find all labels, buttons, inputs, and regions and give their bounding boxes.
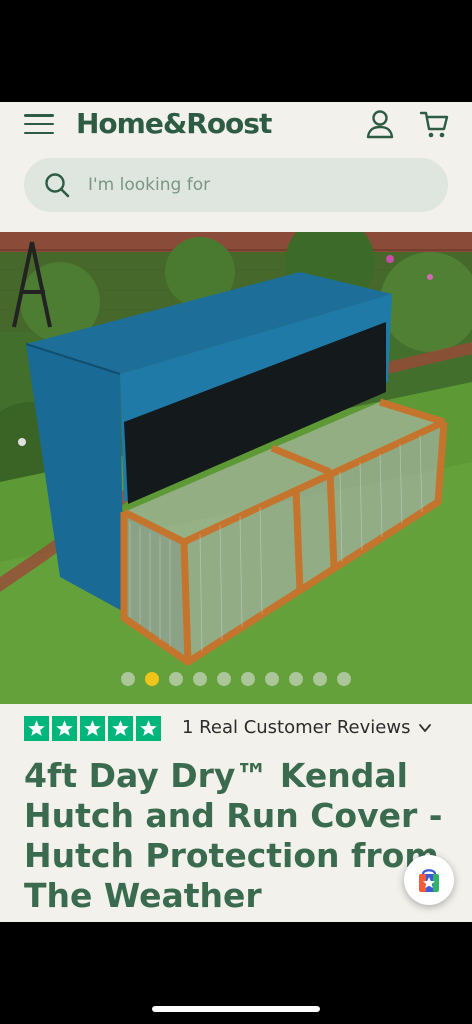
hamburger-menu-icon — [24, 114, 54, 117]
gallery-dot[interactable] — [169, 672, 183, 686]
trustpilot-stars — [24, 716, 161, 741]
reviews-toggle[interactable]: 1 Real Customer Reviews — [182, 714, 432, 742]
chevron-down-icon — [419, 724, 432, 732]
home-indicator[interactable] — [152, 1006, 320, 1012]
status-bar — [0, 0, 472, 102]
gallery-dot[interactable] — [217, 672, 231, 686]
star-icon — [136, 716, 161, 741]
gallery-dot[interactable] — [337, 672, 351, 686]
gallery-dot[interactable] — [193, 672, 207, 686]
product-title: 4ft Day Dry™ Kendal Hutch and Run Cover … — [24, 756, 443, 915]
product-image — [0, 232, 472, 704]
site-logo[interactable]: Home&Roost — [76, 104, 272, 144]
shop-app-button[interactable] — [404, 855, 454, 905]
star-icon — [80, 716, 105, 741]
shopping-bag-star-icon — [419, 869, 439, 892]
gallery-pagination — [0, 672, 472, 692]
product-image-gallery[interactable] — [0, 232, 472, 704]
star-icon — [52, 716, 77, 741]
search-input[interactable] — [88, 158, 428, 212]
menu-button[interactable] — [22, 110, 56, 138]
reviews-count-text: 1 Real Customer Reviews — [182, 717, 411, 738]
gallery-dot[interactable] — [289, 672, 303, 686]
gallery-dot[interactable] — [313, 672, 327, 686]
account-icon — [366, 110, 394, 139]
cart-button[interactable] — [418, 108, 450, 140]
star-icon — [108, 716, 133, 741]
gallery-dot[interactable] — [241, 672, 255, 686]
star-icon — [24, 716, 49, 741]
account-button[interactable] — [364, 108, 396, 140]
gallery-dot[interactable] — [265, 672, 279, 686]
gallery-dot[interactable] — [145, 672, 159, 686]
search-bar[interactable] — [24, 158, 448, 212]
search-icon — [45, 173, 70, 198]
cart-icon — [419, 111, 449, 138]
gallery-dot[interactable] — [121, 672, 135, 686]
